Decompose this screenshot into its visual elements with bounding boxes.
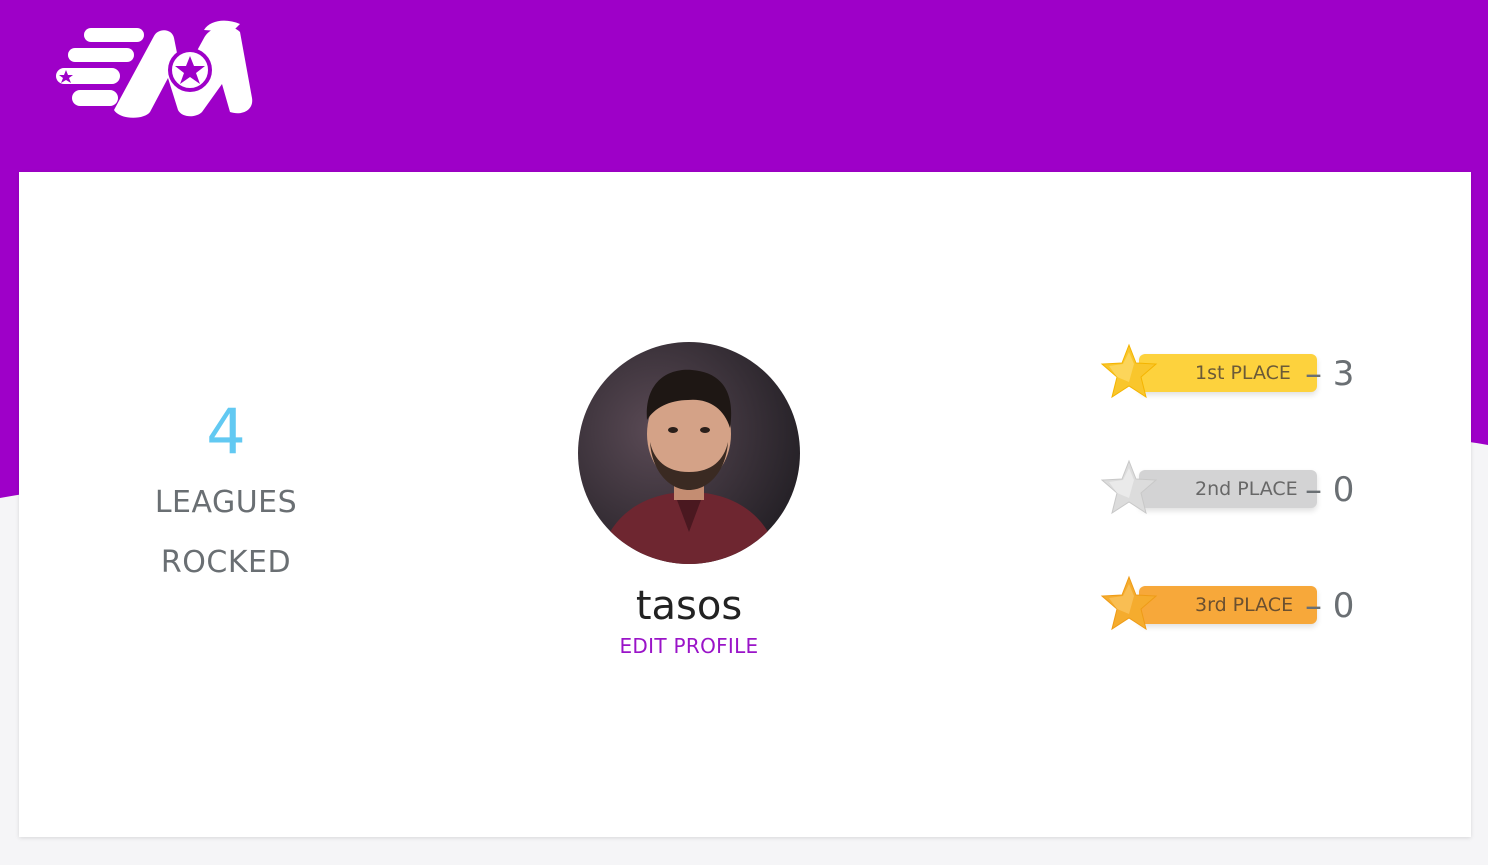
avatar [578,342,800,564]
first-place-count: – 3 [1305,354,1355,394]
first-place-badge: 1st PLACE [1139,354,1317,392]
placement-third: 3rd PLACE – 0 [1099,574,1359,690]
third-place-badge: 3rd PLACE [1139,586,1317,624]
placement-first: 1st PLACE – 3 [1099,342,1359,458]
edit-profile-link[interactable]: EDIT PROFILE [620,634,759,658]
placement-second: 2nd PLACE – 0 [1099,458,1359,574]
second-place-count: – 0 [1305,470,1355,510]
silver-star-icon [1100,459,1158,515]
leagues-label-line1: LEAGUES [154,485,298,520]
placements-list: 1st PLACE – 3 2nd PLACE – 0 3rd PLACE – … [1099,342,1359,690]
brand-logo-icon [56,20,253,118]
profile-summary: tasos EDIT PROFILE [539,342,839,658]
third-place-count: – 0 [1305,586,1355,626]
brand-logo[interactable] [54,18,256,120]
leagues-count: 4 [206,395,246,468]
username: tasos [635,583,743,629]
leagues-stat: 4 LEAGUES ROCKED [126,397,326,593]
second-place-badge: 2nd PLACE [1139,470,1317,508]
gold-star-icon [1100,343,1158,399]
profile-card: 4 LEAGUES ROCKED tasos EDIT PROFILE 1st … [19,172,1471,837]
leagues-label-line2: ROCKED [160,545,292,580]
bronze-star-icon [1100,575,1158,631]
